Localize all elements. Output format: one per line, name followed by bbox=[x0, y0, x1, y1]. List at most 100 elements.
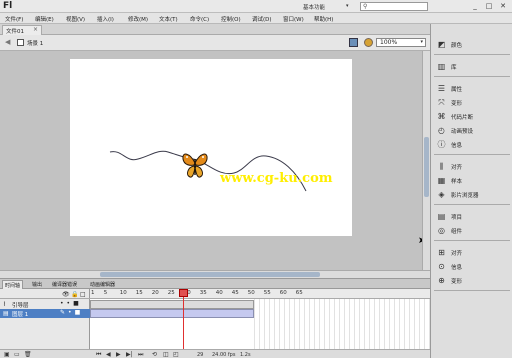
scene-label[interactable]: 场景 1 bbox=[27, 39, 43, 47]
menu-window[interactable]: 窗口(W) bbox=[283, 15, 304, 23]
transform2-icon: ⊕ bbox=[438, 276, 445, 285]
onion-outline-icon[interactable]: ◰ bbox=[173, 351, 179, 358]
ruler-tick-label: 1 bbox=[91, 290, 95, 296]
panel-item-label: 对齐 bbox=[451, 165, 463, 171]
panel-item-label: 变形 bbox=[451, 101, 463, 107]
panel-item[interactable]: ▤ 项目 bbox=[431, 210, 512, 223]
panel-item[interactable]: ⤧ 变形 bbox=[431, 96, 512, 109]
next-frame-icon[interactable]: ▶| bbox=[126, 351, 133, 358]
guide-frame-span[interactable] bbox=[90, 300, 254, 309]
menu-bar: 文件(F) 编辑(E) 视图(V) 插入(I) 修改(M) 文本(T) 命令(C… bbox=[0, 13, 512, 24]
tab-output[interactable]: 输出 bbox=[30, 280, 44, 289]
vertical-scroll-thumb[interactable] bbox=[424, 137, 429, 197]
panel-item[interactable]: ⊞ 对齐 bbox=[431, 246, 512, 259]
loop-icon[interactable]: ⟲ bbox=[152, 351, 157, 358]
eye-icon[interactable]: 👁 bbox=[62, 291, 70, 298]
horizontal-scroll-thumb[interactable] bbox=[100, 272, 320, 277]
tab-compiler-errors[interactable]: 编译器错误 bbox=[50, 280, 79, 289]
menu-insert[interactable]: 插入(I) bbox=[97, 15, 114, 23]
frame-grid-area[interactable]: 15101520253035404550556065 bbox=[90, 289, 430, 349]
panel-item-label: 动画预设 bbox=[451, 129, 474, 135]
zoom-select[interactable]: 100% ▾ bbox=[376, 38, 426, 47]
horizontal-scrollbar[interactable] bbox=[0, 270, 430, 278]
first-frame-icon[interactable]: ⏮ bbox=[96, 351, 101, 358]
scene-icon bbox=[17, 39, 24, 46]
playhead[interactable] bbox=[179, 289, 188, 297]
panel-item[interactable]: ◩ 颜色 bbox=[431, 38, 512, 51]
prev-frame-icon[interactable]: ◀ bbox=[106, 351, 111, 358]
new-folder-icon[interactable]: ▭ bbox=[14, 351, 20, 358]
empty-frames[interactable] bbox=[254, 299, 430, 349]
align-icon: ⫼ bbox=[439, 162, 444, 171]
panel-item-label: 样本 bbox=[451, 179, 463, 185]
menu-commands[interactable]: 命令(C) bbox=[190, 15, 209, 23]
minimize-button[interactable]: _ bbox=[470, 2, 480, 11]
new-layer-icon[interactable]: ▣ bbox=[4, 351, 10, 358]
pasteboard[interactable]: www.cg-ku.com bbox=[0, 51, 422, 270]
panel-item[interactable]: ◎ 组件 bbox=[431, 224, 512, 237]
back-arrow-icon[interactable]: ◀ bbox=[5, 38, 10, 46]
onion-skin-icon[interactable]: ◫ bbox=[163, 351, 169, 358]
workspace-switcher[interactable]: 基本功能 bbox=[303, 3, 325, 11]
close-icon[interactable]: × bbox=[33, 26, 38, 33]
panel-item-label: 信息 bbox=[451, 143, 463, 149]
chevron-down-icon[interactable]: ▾ bbox=[346, 3, 349, 9]
close-button[interactable]: ✕ bbox=[498, 2, 508, 11]
document-tab-bar: 文件01 × bbox=[0, 24, 430, 35]
panel-item[interactable]: ⓘ 信息 bbox=[431, 138, 512, 151]
menu-view[interactable]: 视图(V) bbox=[66, 15, 85, 23]
ruler-tick-label: 15 bbox=[135, 290, 143, 296]
ruler-tick-label: 35 bbox=[199, 290, 207, 296]
align2-icon: ⊞ bbox=[438, 248, 445, 257]
menu-text[interactable]: 文本(T) bbox=[159, 15, 178, 23]
panel-item[interactable]: ▥ 库 bbox=[431, 60, 512, 73]
menu-modify[interactable]: 修改(M) bbox=[128, 15, 148, 23]
panel-item[interactable]: ⌘ 代码片断 bbox=[431, 110, 512, 123]
panel-dock: ◩ 颜色 ▥ 库 ☰ 属性 ⤧ 变形 ⌘ 代码片断 ◴ 动画预设 ⓘ 信息 ⫼ 对齐 ▦ 样本 ◈ 影片浏览器 ▤ 项目 ◎… bbox=[430, 24, 512, 358]
tab-timeline[interactable]: 时间轴 bbox=[2, 280, 24, 289]
layer-toggle-dots[interactable]: ✎•■ bbox=[60, 309, 83, 316]
panel-item[interactable]: ▦ 样本 bbox=[431, 174, 512, 187]
menu-control[interactable]: 控制(O) bbox=[221, 15, 241, 23]
last-frame-icon[interactable]: ⏭ bbox=[138, 351, 143, 358]
play-icon[interactable]: ▶ bbox=[116, 351, 121, 358]
properties-icon: ☰ bbox=[437, 84, 446, 93]
panel-item[interactable]: ◈ 影片浏览器 bbox=[431, 188, 512, 201]
butterfly-symbol[interactable] bbox=[180, 149, 210, 181]
menu-debug[interactable]: 调试(D) bbox=[252, 15, 272, 23]
search-icon: ⚲ bbox=[363, 3, 368, 10]
panel-item[interactable]: ◴ 动画预设 bbox=[431, 124, 512, 137]
lock-icon[interactable]: 🔒 bbox=[71, 291, 78, 298]
edit-scene-icon[interactable] bbox=[349, 38, 358, 47]
panel-item[interactable]: ☰ 属性 bbox=[431, 82, 512, 95]
help-search-input[interactable]: ⚲ bbox=[360, 2, 428, 11]
document-tab[interactable]: 文件01 × bbox=[2, 25, 42, 35]
layer-row-guide[interactable]: ⌇ 引导层 ••■ bbox=[0, 300, 90, 309]
components-icon: ◈ bbox=[438, 190, 445, 199]
current-frame[interactable]: 29 bbox=[197, 352, 203, 358]
vertical-scrollbar[interactable] bbox=[422, 51, 430, 270]
menu-file[interactable]: 文件(F) bbox=[5, 15, 23, 23]
ruler-tick-label: 10 bbox=[119, 290, 127, 296]
frame-ruler[interactable]: 15101520253035404550556065 bbox=[90, 289, 430, 299]
panel-item[interactable]: ⊕ 变形 bbox=[431, 274, 512, 287]
delete-layer-icon[interactable]: 🗑 bbox=[24, 351, 32, 358]
layer-name: 图层 1 bbox=[12, 312, 29, 318]
layer-toggle-dots[interactable]: ••■ bbox=[60, 300, 82, 307]
edit-symbol-icon[interactable] bbox=[364, 38, 373, 47]
zoom-value: 100% bbox=[380, 39, 398, 46]
panel-separator bbox=[434, 240, 510, 241]
frame-rate[interactable]: 24.00 fps bbox=[212, 352, 235, 358]
outline-icon[interactable]: □ bbox=[80, 291, 86, 298]
restore-button[interactable]: □ bbox=[484, 2, 494, 11]
layer-row-layer-1[interactable]: ▤ 图层 1 ✎•■ bbox=[0, 309, 90, 318]
motion-guide-path[interactable] bbox=[70, 59, 352, 236]
panel-item[interactable]: ⫼ 对齐 bbox=[431, 160, 512, 173]
panel-item[interactable]: ⊙ 信息 bbox=[431, 260, 512, 273]
tab-motion-editor[interactable]: 动画编辑器 bbox=[88, 280, 117, 289]
tween-frame-span[interactable] bbox=[90, 309, 254, 318]
ruler-tick-label: 5 bbox=[103, 290, 108, 296]
stage[interactable]: www.cg-ku.com bbox=[70, 59, 352, 236]
menu-edit[interactable]: 编辑(E) bbox=[35, 15, 54, 23]
menu-help[interactable]: 帮助(H) bbox=[314, 15, 333, 23]
